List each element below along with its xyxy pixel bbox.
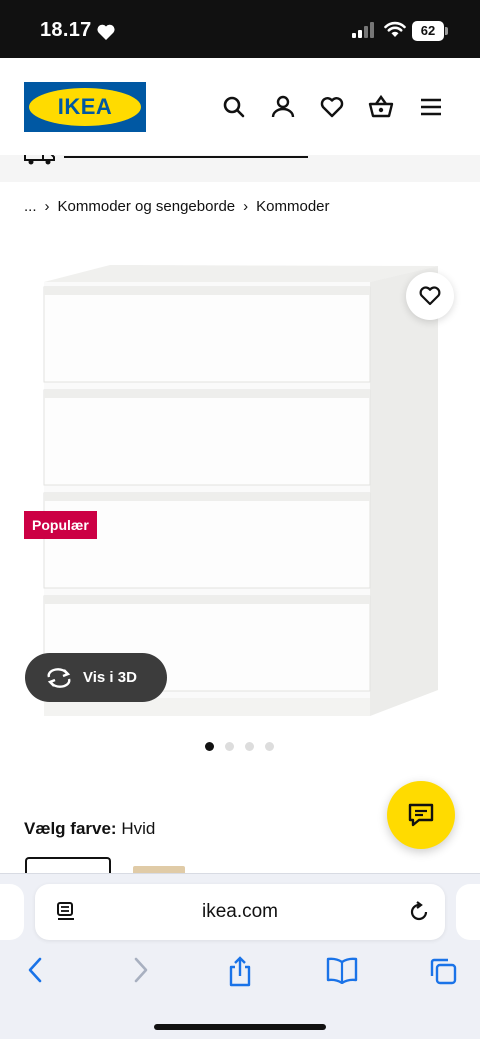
logo-text: IKEA — [57, 94, 113, 119]
battery-icon: 62 — [412, 21, 448, 41]
gallery-dot-active[interactable] — [205, 742, 214, 751]
heart-icon — [97, 24, 115, 40]
account-icon[interactable] — [270, 94, 296, 120]
favourites-icon[interactable] — [319, 94, 345, 120]
forward-icon[interactable] — [128, 956, 152, 984]
popular-badge: Populær — [24, 511, 97, 539]
breadcrumb-separator: › — [44, 198, 50, 215]
heart-outline-icon — [419, 286, 441, 306]
address-bar[interactable]: ikea.com — [35, 884, 445, 940]
wifi-icon — [384, 21, 406, 37]
color-value: Hvid — [121, 819, 156, 838]
breadcrumb-item-ellipsis[interactable]: ... — [24, 198, 37, 215]
gallery-dot[interactable] — [225, 742, 234, 751]
battery-tip — [445, 27, 448, 35]
gallery-dot[interactable] — [265, 742, 274, 751]
share-icon[interactable] — [226, 956, 254, 988]
back-icon[interactable] — [24, 956, 48, 984]
next-tab-edge[interactable] — [456, 884, 480, 940]
home-indicator[interactable] — [154, 1024, 326, 1030]
gallery-pagination — [205, 742, 285, 752]
tabs-icon[interactable] — [428, 956, 458, 986]
site-header: IKEA — [0, 58, 480, 155]
color-selector-label: Vælg farve: Hvid — [24, 819, 155, 839]
delivery-promo-strip[interactable] — [0, 155, 480, 182]
truck-icon — [24, 155, 55, 165]
status-time: 18.17 — [40, 19, 92, 41]
reload-icon[interactable] — [407, 900, 431, 924]
view-in-3d-label: Vis i 3D — [83, 669, 137, 686]
search-icon[interactable] — [221, 94, 247, 120]
basket-icon[interactable] — [368, 94, 394, 120]
breadcrumb: ... › Kommoder og sengeborde › Kommoder — [24, 198, 330, 215]
battery-level: 62 — [412, 21, 444, 41]
chat-icon — [408, 803, 434, 827]
dresser-product-image — [43, 265, 438, 716]
bookmarks-icon[interactable] — [326, 956, 358, 984]
color-prompt: Vælg farve: — [24, 819, 117, 838]
browser-toolbar: ikea.com — [0, 873, 480, 1039]
url-text: ikea.com — [201, 901, 279, 922]
view-in-3d-button[interactable]: Vis i 3D — [25, 653, 167, 702]
breadcrumb-separator: › — [243, 198, 249, 215]
breadcrumb-item-dressers-nightstands[interactable]: Kommoder og sengeborde — [58, 198, 236, 215]
rotate-3d-icon — [47, 668, 71, 688]
chat-button[interactable] — [387, 781, 455, 849]
promo-link-underline — [64, 156, 308, 158]
add-to-favourites-button[interactable] — [406, 272, 454, 320]
status-bar: 18.17 62 — [0, 0, 480, 58]
signal-icon — [352, 22, 374, 38]
menu-icon[interactable] — [418, 94, 444, 120]
ikea-logo[interactable]: IKEA — [24, 82, 146, 132]
gallery-dot[interactable] — [245, 742, 254, 751]
previous-tab-edge[interactable] — [0, 884, 24, 940]
breadcrumb-item-dressers[interactable]: Kommoder — [256, 198, 329, 215]
